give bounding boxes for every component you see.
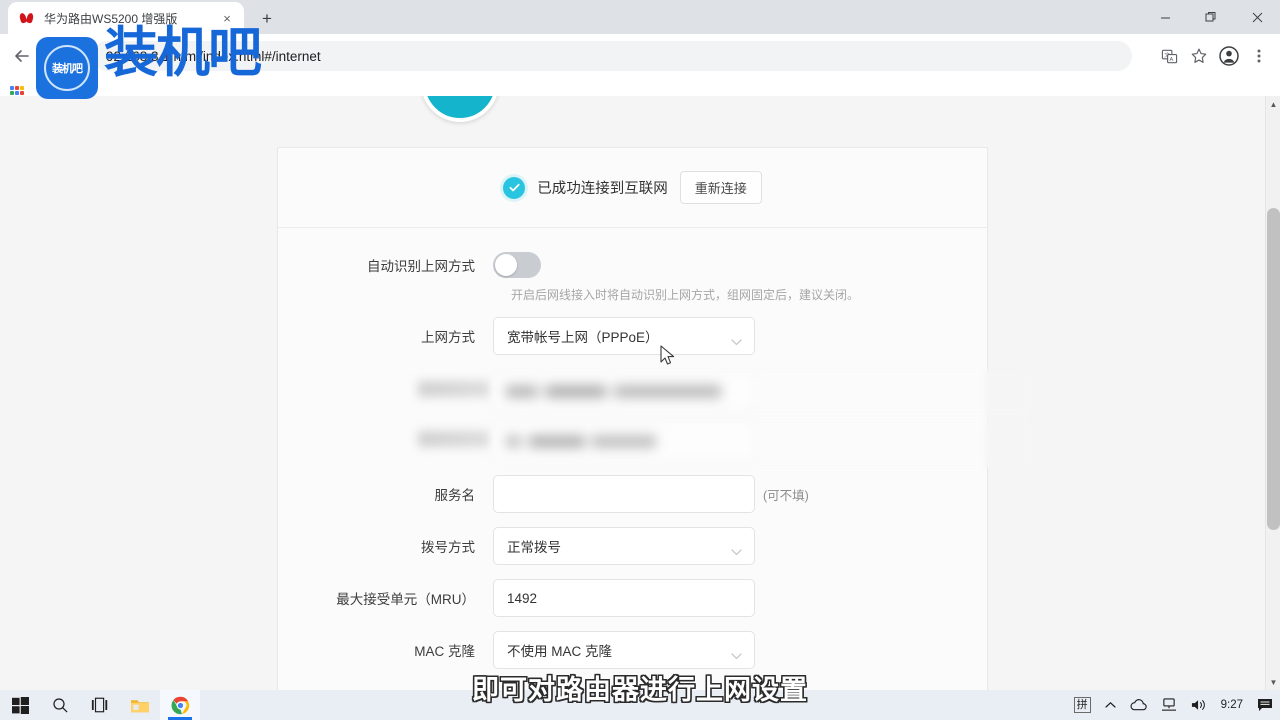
huawei-flower-icon bbox=[19, 10, 35, 26]
form-row-dial-mode: 拨号方式 正常拨号 bbox=[278, 527, 987, 565]
dial-mode-select[interactable]: 正常拨号 bbox=[493, 527, 755, 565]
chevron-down-icon bbox=[731, 333, 742, 340]
form-row-account-redacted bbox=[278, 369, 987, 419]
connection-type-value: 宽带帐号上网（PPPoE） bbox=[507, 326, 659, 346]
mac-clone-control: 不使用 MAC 克隆 bbox=[493, 631, 755, 669]
form-row-service-name: 服务名 (可不填) bbox=[278, 475, 987, 513]
page-scrollbar[interactable]: ▲ ▼ bbox=[1265, 96, 1280, 690]
translate-icon[interactable]: 文 A bbox=[1154, 41, 1184, 71]
connection-type-select[interactable]: 宽带帐号上网（PPPoE） bbox=[493, 317, 755, 355]
form-row-connection-type: 上网方式 宽带帐号上网（PPPoE） bbox=[278, 317, 987, 355]
form-row-mru: 最大接受单元（MRU） 1492 bbox=[278, 579, 987, 617]
mac-clone-select[interactable]: 不使用 MAC 克隆 bbox=[493, 631, 755, 669]
page-viewport: 已成功连接到互联网 重新连接 自动识别上网方式 开启后网线接入时将自动识别上网方… bbox=[0, 96, 1280, 690]
account-blur-overlay bbox=[493, 369, 1033, 419]
service-name-optional-hint: (可不填) bbox=[763, 485, 809, 504]
reconnect-button[interactable]: 重新连接 bbox=[680, 171, 762, 204]
toolbar-icon-group: 文 A bbox=[1154, 41, 1274, 71]
account-label-redacted bbox=[418, 381, 490, 397]
back-icon[interactable] bbox=[8, 42, 36, 70]
profile-avatar-icon[interactable] bbox=[1214, 41, 1244, 71]
auto-detect-label: 自动识别上网方式 bbox=[278, 255, 493, 275]
dial-mode-label: 拨号方式 bbox=[278, 536, 493, 556]
internet-settings-card: 已成功连接到互联网 重新连接 自动识别上网方式 开启后网线接入时将自动识别上网方… bbox=[277, 147, 988, 690]
auto-detect-control bbox=[493, 252, 755, 278]
connection-type-label: 上网方式 bbox=[278, 326, 493, 346]
dial-mode-value: 正常拨号 bbox=[507, 536, 561, 556]
watermark-brand-text: 装机吧 bbox=[104, 26, 260, 80]
form-row-mac-clone: MAC 克隆 不使用 MAC 克隆 bbox=[278, 631, 987, 669]
mru-value: 1492 bbox=[507, 591, 537, 606]
password-blur-overlay bbox=[493, 419, 1033, 469]
bookmark-star-icon[interactable] bbox=[1184, 41, 1214, 71]
browser-window: 华为路由WS5200 增强版 × + bbox=[0, 0, 1280, 690]
restore-icon[interactable] bbox=[1188, 0, 1234, 34]
form-row-password-redacted bbox=[278, 419, 987, 469]
dial-mode-control: 正常拨号 bbox=[493, 527, 755, 565]
auto-detect-toggle[interactable] bbox=[493, 252, 541, 278]
mac-clone-value: 不使用 MAC 克隆 bbox=[507, 640, 612, 660]
watermark-logo-text: 装机吧 bbox=[52, 60, 82, 76]
watermark-logo-ring: 装机吧 bbox=[44, 45, 90, 91]
mac-clone-label: MAC 克隆 bbox=[278, 640, 493, 660]
connection-status-bubble bbox=[421, 96, 499, 122]
mru-label: 最大接受单元（MRU） bbox=[278, 588, 493, 608]
connection-status-header: 已成功连接到互联网 重新连接 bbox=[278, 148, 987, 228]
internet-settings-form: 自动识别上网方式 开启后网线接入时将自动识别上网方式，组网固定后，建议关闭。 上… bbox=[278, 228, 987, 669]
scroll-up-icon[interactable]: ▲ bbox=[1266, 96, 1280, 112]
mru-input[interactable]: 1492 bbox=[493, 579, 755, 617]
window-controls bbox=[1142, 0, 1280, 34]
mouse-cursor bbox=[660, 345, 676, 367]
chevron-down-icon bbox=[731, 647, 742, 654]
close-icon[interactable] bbox=[1234, 0, 1280, 34]
auto-detect-hint: 开启后网线接入时将自动识别上网方式，组网固定后，建议关闭。 bbox=[511, 286, 987, 303]
scrollbar-thumb[interactable] bbox=[1267, 208, 1280, 530]
check-circle-icon bbox=[503, 177, 525, 199]
connection-type-control: 宽带帐号上网（PPPoE） bbox=[493, 317, 755, 355]
service-name-control bbox=[493, 475, 755, 513]
mru-control: 1492 bbox=[493, 579, 755, 617]
minimize-icon[interactable] bbox=[1142, 0, 1188, 34]
service-name-label: 服务名 bbox=[278, 484, 493, 504]
connection-status-text: 已成功连接到互联网 bbox=[537, 177, 668, 198]
video-subtitle: 即可对路由器进行上网设置 bbox=[0, 668, 1280, 707]
svg-text:A: A bbox=[1169, 56, 1173, 62]
password-label-redacted bbox=[418, 431, 490, 447]
form-row-auto-detect: 自动识别上网方式 bbox=[278, 252, 987, 278]
chrome-menu-icon[interactable] bbox=[1244, 41, 1274, 71]
service-name-input[interactable] bbox=[493, 475, 755, 513]
watermark-logo: 装机吧 bbox=[36, 37, 98, 99]
chevron-down-icon bbox=[731, 543, 742, 550]
toggle-knob bbox=[495, 254, 517, 276]
